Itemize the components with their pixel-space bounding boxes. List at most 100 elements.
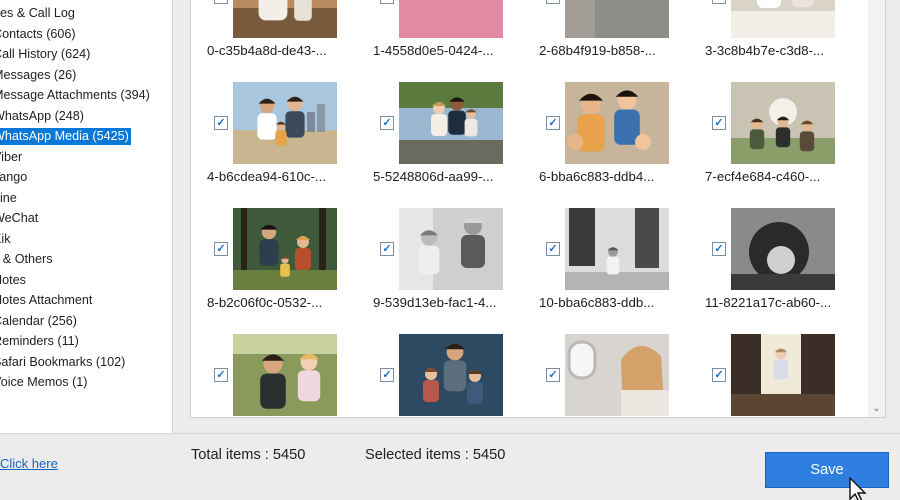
file-name: 5-5248806d-aa99-...: [373, 169, 494, 184]
sidebar-item[interactable]: Call History (624): [0, 44, 152, 65]
cat-photo[interactable]: [565, 0, 669, 38]
file-name: 0-c35b4a8d-de43-...: [207, 43, 327, 58]
sidebar-item-label: s & Others: [0, 252, 53, 266]
file-name: 8-b2c06f0c-0532-...: [207, 295, 323, 310]
media-tile[interactable]: ✓ 0-c35b4a8d-de43-...: [191, 0, 341, 76]
sidebar-item-label: ges & Call Log: [0, 6, 75, 20]
media-tile[interactable]: ✓ 8-b2c06f0c-0532-...: [191, 208, 341, 328]
sidebar-item-label: Voice Memos (1): [0, 375, 88, 389]
sidebar-item[interactable]: WhatsApp (248): [0, 106, 152, 127]
tile-checkbox[interactable]: ✓: [712, 368, 726, 382]
sidebar-item[interactable]: ges & Call Log: [0, 3, 152, 24]
sidebar-item[interactable]: Contacts (606): [0, 24, 152, 45]
parents-walking-child-photo[interactable]: [565, 208, 669, 290]
kids-cheering-field-photo[interactable]: [731, 82, 835, 164]
tile-checkbox[interactable]: ✓: [712, 242, 726, 256]
tile-checkbox[interactable]: ✓: [546, 368, 560, 382]
curly-haired-child-photo[interactable]: [731, 208, 835, 290]
sidebar-item-label: Safari Bookmarks (102): [0, 354, 126, 369]
tile-checkbox[interactable]: ✓: [214, 0, 228, 4]
family-portrait-photo[interactable]: [399, 334, 503, 416]
media-tile[interactable]: ✓ 6-bba6c883-ddb4...: [523, 82, 673, 202]
family-walking-woods-photo[interactable]: [233, 208, 337, 290]
sidebar-item-label: WhatsApp (248): [0, 108, 84, 123]
father-daughter-selfie-photo[interactable]: [233, 334, 337, 416]
sidebar-item[interactable]: Voice Memos (1): [0, 372, 152, 393]
media-tile[interactable]: ✓: [191, 334, 341, 417]
tile-checkbox[interactable]: ✓: [712, 0, 726, 4]
sidebar-item[interactable]: Calendar (256): [0, 311, 152, 332]
sidebar-item[interactable]: WeChat: [0, 208, 152, 229]
tile-checkbox[interactable]: ✓: [214, 242, 228, 256]
sidebar-item-label: Viber: [0, 149, 23, 164]
category-list: ges & Call Log Contacts (606) Call History…: [0, 3, 152, 393]
tile-checkbox[interactable]: ✓: [546, 0, 560, 4]
sidebar-item-label: WeChat: [0, 211, 39, 225]
sidebar-item-label: Calendar (256): [0, 313, 78, 328]
media-tile[interactable]: ✓: [523, 334, 673, 417]
family-walking-beach-photo[interactable]: [233, 82, 337, 164]
sidebar-item[interactable]: Viber: [0, 147, 152, 168]
click-here-link[interactable]: Click here: [0, 456, 58, 471]
family-sitting-outdoors-photo[interactable]: [399, 82, 503, 164]
sidebar-item-label: Kik: [0, 231, 11, 246]
media-tile[interactable]: ✓ 3-3c8b4b7e-c3d8-...: [689, 0, 839, 76]
media-tile[interactable]: ✓ 7-ecf4e684-c460-...: [689, 82, 839, 202]
tile-checkbox[interactable]: ✓: [380, 0, 394, 4]
media-tile[interactable]: ✓ 5-5248806d-aa99-...: [357, 82, 507, 202]
file-name: 2-68b4f919-b858-...: [539, 43, 656, 58]
sidebar-item[interactable]: Notes: [0, 270, 152, 291]
tile-checkbox[interactable]: ✓: [546, 242, 560, 256]
file-name: 3-3c8b4b7e-c3d8-...: [705, 43, 825, 58]
sidebar-item[interactable]: Line: [0, 188, 152, 209]
sidebar-item[interactable]: Messages (26): [0, 65, 152, 86]
woman-holding-baby-photo[interactable]: [233, 0, 337, 38]
media-tile[interactable]: ✓ 11-8221a17c-ab60-...: [689, 208, 839, 328]
media-tile[interactable]: ✓ 4-b6cdea94-610c-...: [191, 82, 341, 202]
sidebar-item-label: Tango: [0, 170, 28, 184]
media-tile[interactable]: ✓ 1-4558d0e5-0424-...: [357, 0, 507, 76]
sidebar-item[interactable]: WhatsApp Media (5425): [0, 126, 152, 147]
media-tile[interactable]: ✓: [357, 334, 507, 417]
media-tile[interactable]: ✓ 10-bba6c883-ddb...: [523, 208, 673, 328]
sidebar-item[interactable]: Message Attachments (394): [0, 85, 152, 106]
vertical-scrollbar[interactable]: ⌄: [868, 0, 885, 417]
media-tile[interactable]: ✓: [689, 334, 839, 417]
tile-checkbox[interactable]: ✓: [214, 116, 228, 130]
tile-checkbox[interactable]: ✓: [380, 116, 394, 130]
file-name: 4-b6cdea94-610c-...: [207, 169, 327, 184]
sidebar-item[interactable]: Tango: [0, 167, 152, 188]
file-name: 7-ecf4e684-c460-...: [705, 169, 821, 184]
file-name: 6-bba6c883-ddb4...: [539, 169, 655, 184]
sidebar-item[interactable]: Reminders (11): [0, 331, 152, 352]
tile-checkbox[interactable]: ✓: [380, 368, 394, 382]
woman-airplane-window-photo[interactable]: [565, 334, 669, 416]
toddler-at-window-photo[interactable]: [731, 334, 835, 416]
tile-checkbox[interactable]: ✓: [712, 116, 726, 130]
tile-checkbox[interactable]: ✓: [546, 116, 560, 130]
sidebar-item[interactable]: Safari Bookmarks (102): [0, 352, 152, 373]
media-grid: ✓ 0-c35b4a8d-de43-... ✓ 1-4558d0e5-0424-...…: [190, 0, 886, 418]
tile-checkbox[interactable]: ✓: [214, 368, 228, 382]
media-tile[interactable]: ✓ 2-68b4f919-b858-...: [523, 0, 673, 76]
kids-peace-sign-photo[interactable]: [565, 82, 669, 164]
total-items-label: Total items : 5450: [191, 447, 306, 463]
sidebar-item-label: Messages (26): [0, 67, 77, 82]
sidebar-item-label: Reminders (11): [0, 334, 79, 348]
file-name: 11-8221a17c-ab60-...: [705, 295, 832, 310]
sidebar-item[interactable]: s & Others: [0, 249, 152, 270]
file-name: 10-bba6c883-ddb...: [539, 295, 655, 310]
sidebar-item[interactable]: Kik: [0, 229, 152, 250]
chevron-down-icon[interactable]: ⌄: [868, 402, 885, 416]
tile-checkbox[interactable]: ✓: [380, 242, 394, 256]
kids-on-bed-photo[interactable]: [731, 0, 835, 38]
file-name: 1-4558d0e5-0424-...: [373, 43, 494, 58]
category-tree[interactable]: ges & Call Log Contacts (606) Call History…: [0, 0, 173, 433]
sidebar-item-label: Line: [0, 190, 17, 205]
media-tile[interactable]: ✓ 9-539d13eb-fac1-4...: [357, 208, 507, 328]
grandfather-dancing-girl-photo[interactable]: [399, 208, 503, 290]
sidebar-item[interactable]: Notes Attachment: [0, 290, 152, 311]
sidebar-item-label: Message Attachments (394): [0, 88, 150, 102]
kitten-photo[interactable]: [399, 0, 503, 38]
mouse-cursor-icon: [849, 477, 867, 500]
